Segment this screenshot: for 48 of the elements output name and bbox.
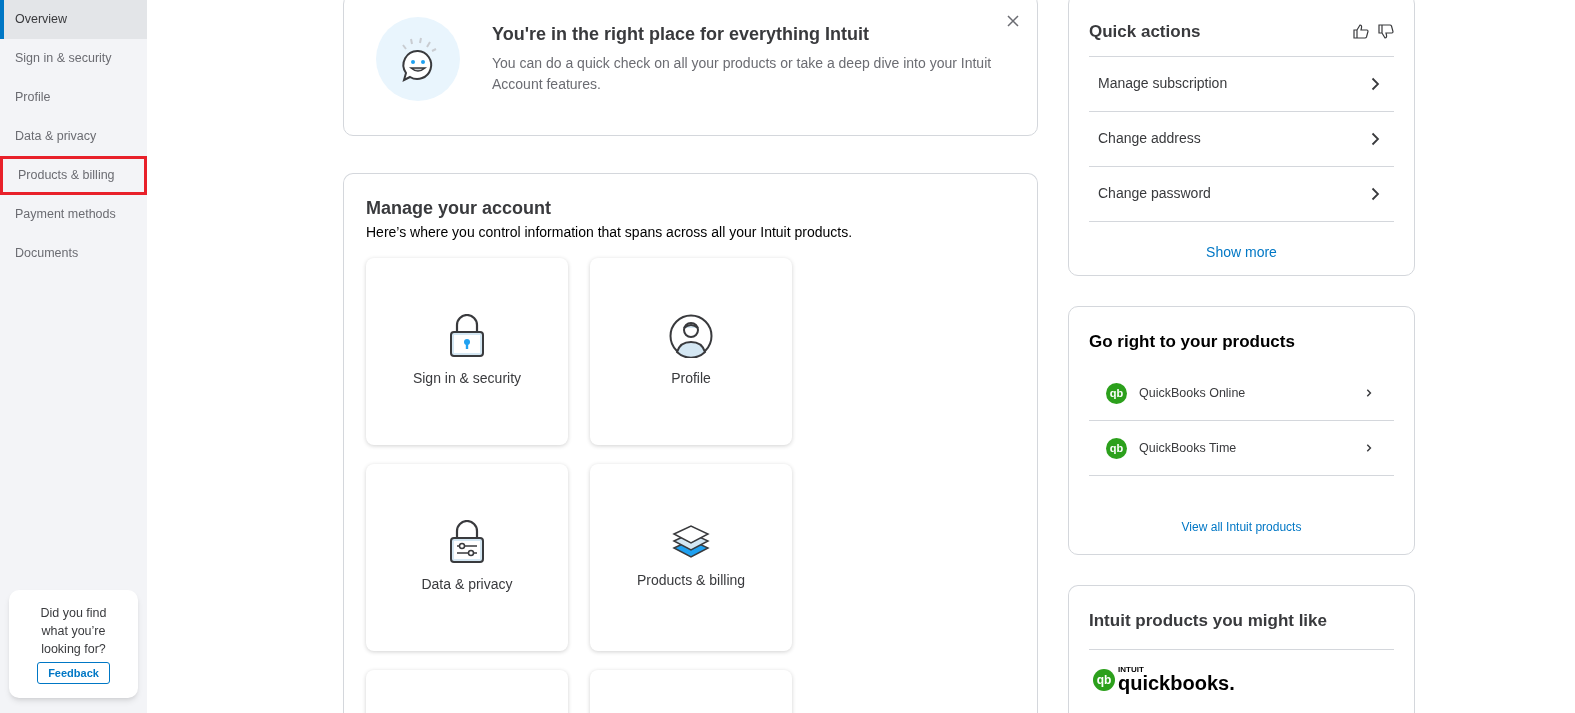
- chevron-right-icon: [1366, 444, 1372, 452]
- close-icon[interactable]: [1007, 15, 1019, 27]
- chevron-right-icon: [1371, 76, 1380, 91]
- stacked-layers-icon: [672, 524, 710, 560]
- chevron-right-icon: [1366, 389, 1372, 397]
- account-tile[interactable]: Products & billing: [590, 464, 792, 651]
- product-link[interactable]: qb QuickBooks Online: [1089, 366, 1394, 421]
- feedback-button[interactable]: Feedback: [37, 661, 110, 684]
- tile-label: Products & billing: [636, 571, 746, 590]
- card-title: Intuit products you might like: [1089, 607, 1394, 650]
- tile-label: Profile: [671, 369, 711, 388]
- feedback-question: Did you find what you’re looking for?: [39, 604, 108, 658]
- sidebar-item[interactable]: Payment methods: [0, 195, 147, 234]
- view-all-products-link[interactable]: View all Intuit products: [1181, 518, 1302, 536]
- quick-action-link[interactable]: Change password: [1089, 165, 1394, 221]
- quick-action-link[interactable]: Manage subscription: [1089, 55, 1394, 111]
- account-tile[interactable]: Sign in & security: [366, 258, 568, 445]
- card-title: Go right to your products: [1089, 330, 1296, 353]
- chevron-right-icon: [1371, 131, 1380, 146]
- banner-title: You're in the right place for everything Intuit: [492, 23, 870, 46]
- show-more-link[interactable]: Show more: [1206, 241, 1277, 263]
- sidebar-item[interactable]: Sign in & security: [0, 39, 147, 78]
- sidebar-item[interactable]: Data & privacy: [0, 117, 147, 156]
- banner-text: You can do a quick check on all your products or take a deep dive into your Intuit Account features.: [492, 54, 993, 94]
- padlock-sliders-icon: [449, 520, 485, 564]
- sidebar-item[interactable]: Documents: [0, 234, 147, 273]
- logo-brand-text: INTUIT: [1118, 666, 1145, 674]
- thumbs-up-icon[interactable]: [1353, 24, 1369, 40]
- person-icon: [669, 314, 713, 358]
- quickbooks-logo-mark: qb: [1106, 437, 1127, 459]
- account-tile[interactable]: Profile: [590, 258, 792, 445]
- quickbooks-logo-mark: qb: [1093, 668, 1115, 691]
- tile-label: Data & privacy: [421, 575, 513, 594]
- sidebar-item[interactable]: Overview: [0, 0, 147, 39]
- chevron-right-icon: [1371, 186, 1380, 201]
- sidebar-item[interactable]: Products & billing: [0, 156, 147, 195]
- tile-label: Sign in & security: [412, 369, 522, 388]
- product-link[interactable]: qb QuickBooks Time: [1089, 421, 1394, 476]
- quickbooks-logo-mark: qb: [1106, 382, 1127, 404]
- quick-action-link[interactable]: Change address: [1089, 110, 1394, 166]
- account-tile[interactable]: Data & privacy: [366, 464, 568, 651]
- logo-product-name: quickbooks.: [1118, 673, 1235, 693]
- thumbs-down-icon[interactable]: [1378, 24, 1394, 40]
- card-title: Quick actions: [1089, 21, 1201, 43]
- section-title: Manage your account: [366, 197, 553, 220]
- sidebar-item[interactable]: Profile: [0, 78, 147, 117]
- padlock-icon: [449, 314, 485, 358]
- section-subtitle: Here’s where you control information that spans across all your Intuit products.: [366, 223, 854, 242]
